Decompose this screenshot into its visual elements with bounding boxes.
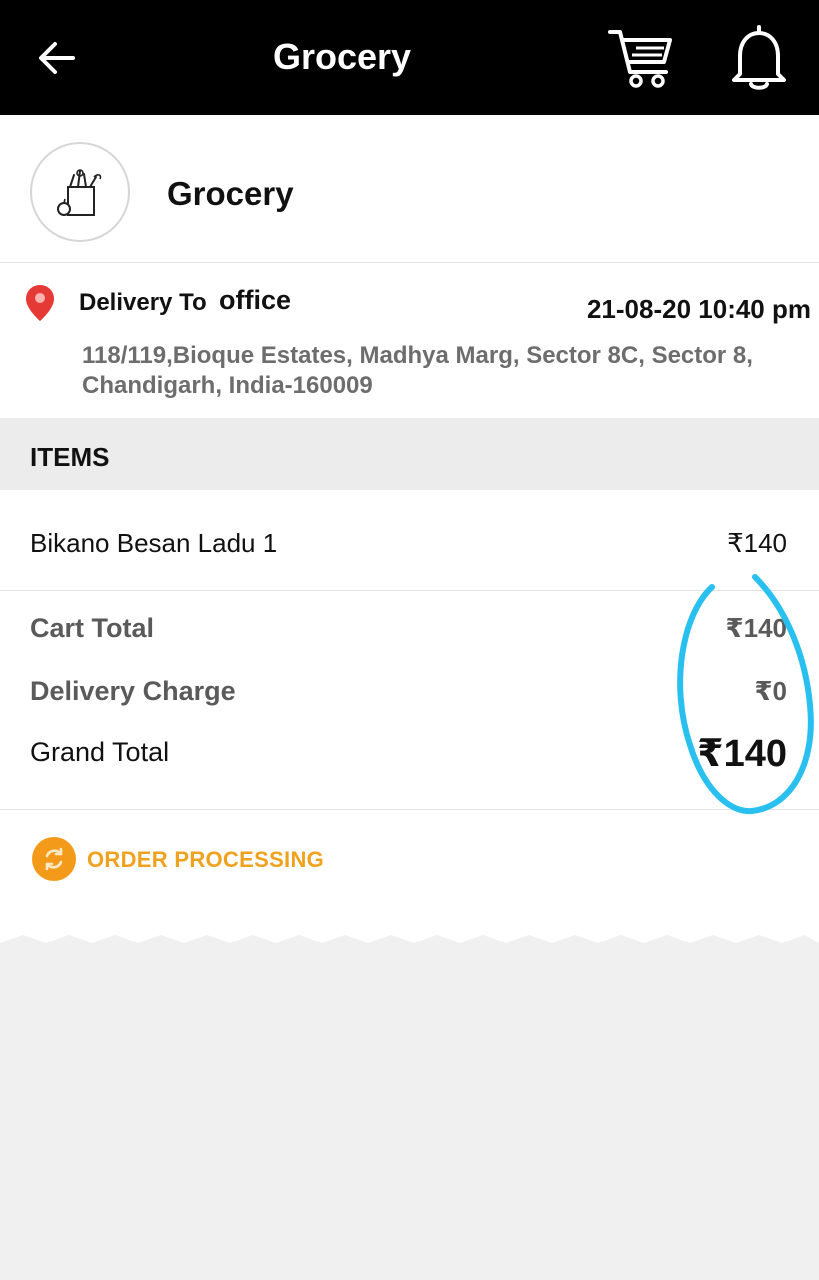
cart-total-label: Cart Total — [30, 613, 155, 643]
items-header: ITEMS — [0, 418, 819, 490]
delivery-section: Delivery To office 21-08-20 10:40 pm 118… — [0, 263, 819, 418]
delivery-to-label: Delivery To — [79, 289, 207, 316]
item-price: ₹140 — [727, 528, 787, 558]
page-title: Grocery — [272, 36, 412, 77]
store-name: Grocery — [167, 175, 294, 212]
grand-total-label: Grand Total — [30, 737, 170, 767]
order-datetime: 21-08-20 10:40 pm — [586, 294, 811, 324]
cart-button[interactable] — [604, 22, 676, 94]
grand-total-value: ₹140 — [697, 733, 787, 775]
order-status: ORDER PROCESSING — [0, 810, 819, 910]
delivery-charge-value: ₹0 — [754, 676, 787, 706]
store-section: Grocery — [0, 115, 819, 263]
grocery-bag-icon — [57, 169, 102, 216]
location-pin-icon — [26, 285, 54, 321]
receipt-zigzag-edge — [0, 935, 819, 969]
items-heading: ITEMS — [30, 442, 110, 472]
list-item: Bikano Besan Ladu 1 ₹140 — [0, 490, 819, 591]
delivery-address: 118/119,Bioque Estates, Madhya Marg, Sec… — [82, 342, 753, 399]
store-logo — [30, 142, 130, 242]
refresh-button[interactable] — [32, 837, 76, 881]
back-button[interactable] — [28, 30, 84, 86]
order-detail-card: Grocery Delivery To office 21-08-20 10:4… — [0, 115, 819, 961]
refresh-icon — [45, 847, 63, 871]
bell-icon — [732, 25, 786, 90]
delivery-address-name: office — [219, 285, 292, 315]
delivery-charge-label: Delivery Charge — [30, 676, 236, 706]
notification-button[interactable] — [726, 22, 792, 94]
item-name: Bikano Besan Ladu 1 — [30, 528, 278, 558]
arrow-left-icon — [39, 42, 75, 74]
order-status-text: ORDER PROCESSING — [87, 847, 325, 872]
cart-total-value: ₹140 — [725, 613, 787, 643]
cart-icon — [608, 30, 672, 88]
totals-section: Cart Total ₹140 Delivery Charge ₹0 Grand… — [0, 591, 819, 810]
app-header: Grocery — [0, 0, 819, 115]
